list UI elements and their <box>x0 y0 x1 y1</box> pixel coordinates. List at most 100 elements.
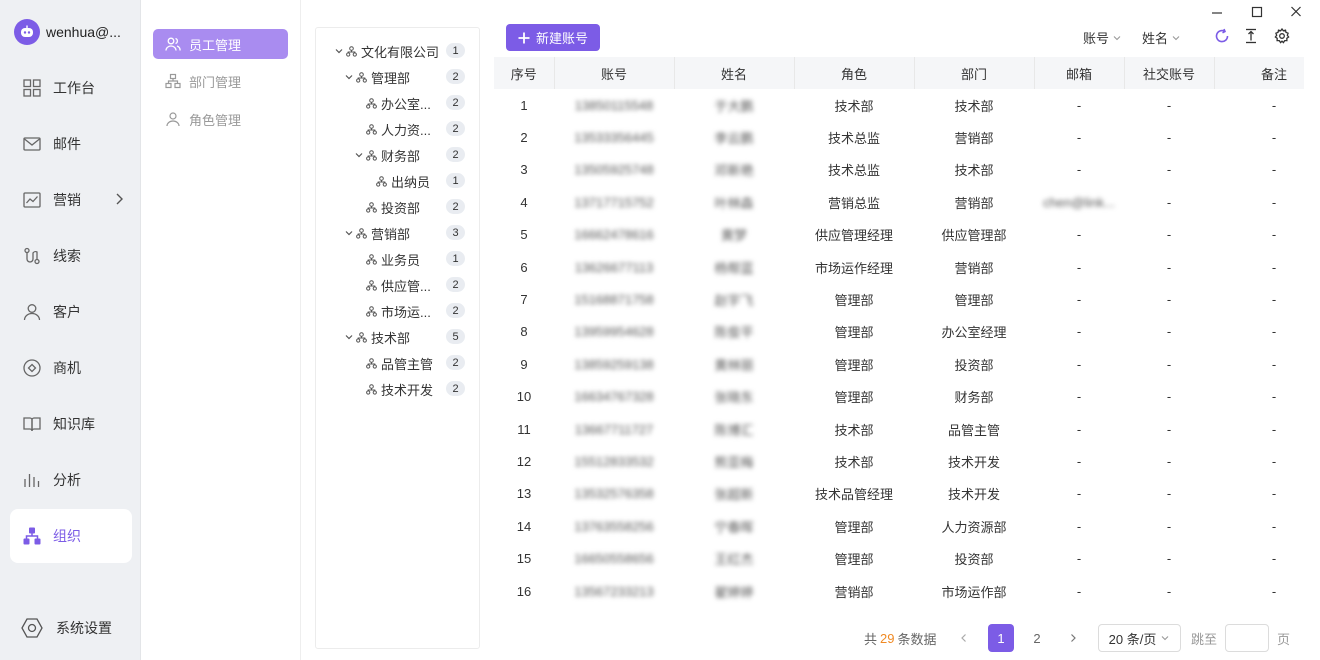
cell-value: 营销部 <box>954 260 994 276</box>
nav-item-leads[interactable]: 线索 <box>10 229 132 283</box>
table-row[interactable]: 8 13959954628 陈俊平 管理部 办公室经理 - - - <box>494 316 1304 348</box>
table-row[interactable]: 11 13667711727 陈博汇 技术部 品管主管 - - - <box>494 413 1304 445</box>
tree-node[interactable]: 业务员 <box>366 248 420 270</box>
tree-node[interactable]: 办公室... <box>366 92 431 114</box>
page-2-button[interactable]: 2 <box>1024 624 1050 652</box>
tree-node[interactable]: 人力资... <box>366 118 431 140</box>
table-row[interactable]: 15 16650558656 王红杰 管理部 投资部 - - - <box>494 542 1304 574</box>
user-profile[interactable]: wenhua@... <box>14 19 121 45</box>
tree-node[interactable]: 品管主管 <box>366 352 433 374</box>
submenu-item-departments[interactable]: 部门管理 <box>153 66 288 96</box>
cell-value: - <box>1271 583 1277 599</box>
nav-item-analytics[interactable]: 分析 <box>10 453 132 507</box>
tree-node[interactable]: 管理部 <box>344 66 410 88</box>
column-header[interactable]: 账号 <box>554 57 675 89</box>
submenu-item-staff[interactable]: 员工管理 <box>153 29 288 59</box>
cell-value: - <box>1166 259 1172 275</box>
table-cell: - <box>1214 510 1304 542</box>
nav-item-mail[interactable]: 邮件 <box>10 117 132 171</box>
nav-item-opportunities[interactable]: 商机 <box>10 341 132 395</box>
nav-item-dashboard[interactable]: 工作台 <box>10 61 132 115</box>
page-size-select[interactable]: 20 条/页 <box>1098 624 1181 652</box>
column-header[interactable]: 备注 <box>1214 57 1304 89</box>
table-row[interactable]: 16 13567233213 翟婷婷 营销部 市场运作部 - - - <box>494 575 1304 607</box>
column-header[interactable]: 部门 <box>914 57 1035 89</box>
cell-value: - <box>1076 486 1082 502</box>
gear-icon[interactable] <box>1274 27 1290 47</box>
cell-value: - <box>1271 518 1277 534</box>
column-header[interactable]: 社交账号 <box>1124 57 1215 89</box>
table-row[interactable]: 9 13859259138 黄林丽 管理部 投资部 - - - <box>494 348 1304 380</box>
cell-value: 王红杰 <box>714 552 754 568</box>
table-row[interactable]: 5 16662478616 黄梦 供应管理经理 供应管理部 - - - <box>494 219 1304 251</box>
prev-page-icon[interactable] <box>958 624 970 652</box>
table-row[interactable]: 14 13763558256 宁春晖 管理部 人力资源部 - - - <box>494 510 1304 542</box>
tree-node[interactable]: 出纳员 <box>376 170 430 192</box>
submenu-item-roles[interactable]: 角色管理 <box>153 104 288 134</box>
chevron-down-icon[interactable] <box>344 72 354 82</box>
table-cell: 黄林丽 <box>674 348 794 380</box>
nav-item-marketing[interactable]: 营销 <box>10 173 132 227</box>
column-height-icon[interactable] <box>1244 28 1258 47</box>
cell-value: - <box>1166 551 1172 567</box>
next-page-icon[interactable] <box>1067 624 1079 652</box>
page-1-button[interactable]: 1 <box>988 624 1014 652</box>
tree-node[interactable]: 文化有限公司 <box>334 40 439 62</box>
cell-value: 8 <box>520 324 528 340</box>
cell-value: 宁春晖 <box>714 519 754 535</box>
column-header[interactable]: 序号 <box>494 57 555 89</box>
filter-account-dropdown[interactable]: 账号 <box>1083 28 1122 47</box>
chevron-down-icon[interactable] <box>354 150 364 160</box>
table-row[interactable]: 4 13717715752 叶林森 营销总监 营销部 chen@link... - - <box>494 186 1304 218</box>
table-row[interactable]: 7 15168871758 赵宇飞 管理部 管理部 - - - <box>494 283 1304 315</box>
nav-label: 分析 <box>53 472 81 488</box>
table-cell: 营销部 <box>794 575 914 607</box>
filter-name-dropdown[interactable]: 姓名 <box>1142 28 1181 47</box>
tree-node[interactable]: 技术开发 <box>366 378 433 400</box>
nav-label: 商机 <box>53 360 81 376</box>
cell-value: - <box>1271 324 1277 340</box>
tree-node[interactable]: 营销部 <box>344 222 410 244</box>
close-icon[interactable] <box>1290 4 1302 23</box>
table-cell: 营销总监 <box>794 186 914 218</box>
column-header[interactable]: 姓名 <box>674 57 795 89</box>
tree-node[interactable]: 投资部 <box>366 196 420 218</box>
tree-node[interactable]: 市场运... <box>366 300 431 322</box>
settings-hex-icon <box>21 618 43 638</box>
table-row[interactable]: 6 13626677113 杨帮蓝 市场运作经理 营销部 - - - <box>494 251 1304 283</box>
table-cell: 13505925748 <box>554 154 674 186</box>
cell-value: 13533356445 <box>574 130 654 146</box>
new-account-button[interactable]: 新建账号 <box>506 24 600 51</box>
table-row[interactable]: 13 13532576358 张超新 技术品管经理 技术开发 - - - <box>494 478 1304 510</box>
maximize-icon[interactable] <box>1251 4 1263 23</box>
table-cell: 邓新艳 <box>674 154 794 186</box>
tree-node-label: 办公室... <box>381 96 431 112</box>
table-cell: 张超新 <box>674 478 794 510</box>
nav-item-org[interactable]: 组织 <box>10 509 132 563</box>
tree-node-label: 文化有限公司 <box>361 44 440 60</box>
chevron-down-icon[interactable] <box>344 228 354 238</box>
minimize-icon[interactable] <box>1211 4 1223 23</box>
nav-item-knowledge[interactable]: 知识库 <box>10 397 132 451</box>
tree-node[interactable]: 技术部 <box>344 326 410 348</box>
tree-node[interactable]: 财务部 <box>354 144 420 166</box>
table-row[interactable]: 10 16634767328 张晓东 管理部 财务部 - - - <box>494 381 1304 413</box>
refresh-icon[interactable] <box>1214 28 1230 47</box>
table-cell: 王红杰 <box>674 542 794 574</box>
column-header[interactable]: 邮箱 <box>1034 57 1125 89</box>
tree-node[interactable]: 供应管... <box>366 274 431 296</box>
table-row[interactable]: 3 13505925748 邓新艳 技术总监 技术部 - - - <box>494 154 1304 186</box>
column-header[interactable]: 角色 <box>794 57 915 89</box>
table-cell: - <box>1034 478 1124 510</box>
jump-page-input[interactable] <box>1225 624 1269 652</box>
table-cell: - <box>1034 154 1124 186</box>
table-row[interactable]: 12 15512833532 熊亚梅 技术部 技术开发 - - - <box>494 445 1304 477</box>
nav-item-settings[interactable]: 系统设置 <box>20 616 112 640</box>
nav-item-customers[interactable]: 客户 <box>10 285 132 339</box>
table-row[interactable]: 1 13850115548 于大鹏 技术部 技术部 - - - <box>494 89 1304 121</box>
cell-value: 管理部 <box>834 519 874 535</box>
cell-value: 2 <box>520 130 528 146</box>
chevron-down-icon[interactable] <box>344 332 354 342</box>
chevron-down-icon[interactable] <box>334 46 344 56</box>
table-row[interactable]: 2 13533356445 李云鹏 技术总监 营销部 - - - <box>494 121 1304 153</box>
